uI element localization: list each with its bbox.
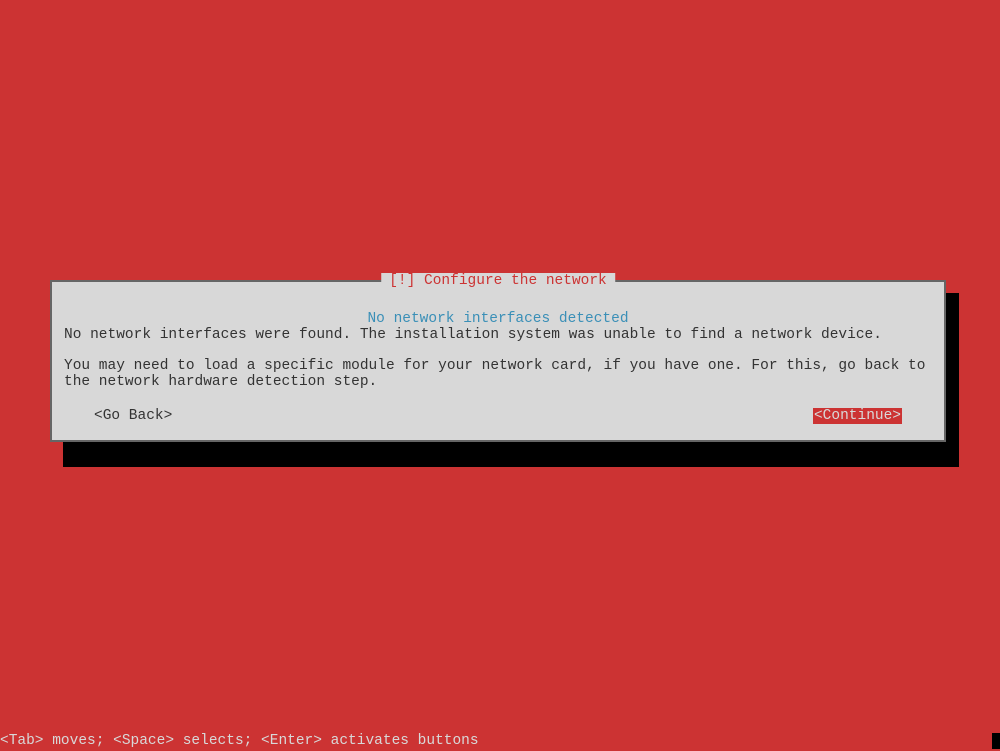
status-bar: <Tab> moves; <Space> selects; <Enter> ac…	[0, 733, 1000, 749]
dialog-subtitle: No network interfaces detected	[367, 311, 628, 327]
dialog-box: [!] Configure the network No network int…	[50, 280, 946, 442]
status-bar-cursor	[992, 733, 1000, 749]
dialog-title: [!] Configure the network	[381, 273, 615, 289]
go-back-button[interactable]: <Go Back>	[94, 408, 172, 424]
dialog-message2: You may need to load a specific module f…	[64, 358, 932, 390]
continue-button[interactable]: <Continue>	[813, 408, 902, 424]
dialog-message1: No network interfaces were found. The in…	[64, 327, 932, 343]
status-bar-text: <Tab> moves; <Space> selects; <Enter> ac…	[0, 733, 479, 749]
